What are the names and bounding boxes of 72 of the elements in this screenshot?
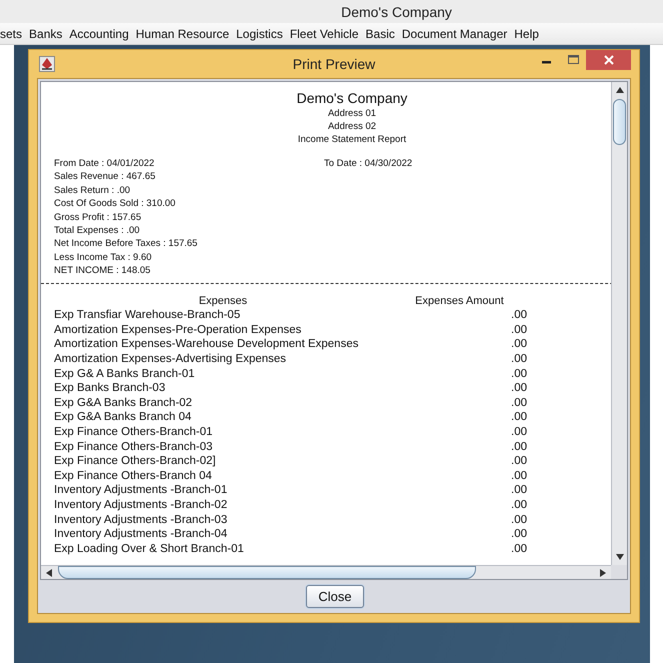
app-title: Demo's Company bbox=[341, 4, 452, 20]
address-line: Address 01 bbox=[328, 107, 376, 120]
expense-name: Exp Finance Others-Branch-03 bbox=[54, 440, 214, 454]
expense-name: Exp Finance Others-Branch 04 bbox=[54, 468, 213, 484]
expense-amount: .00 bbox=[510, 381, 527, 396]
expense-name: Inventory Adjustments -Branch-04 bbox=[54, 527, 228, 542]
expense-amount: .00 bbox=[510, 322, 527, 338]
menu-item[interactable]: Basic bbox=[366, 26, 395, 40]
expense-amount: .00 bbox=[510, 337, 527, 352]
from-date: From Date : 04/01/2022 bbox=[54, 157, 156, 170]
address-line: Address 02 bbox=[328, 120, 376, 133]
expense-name: Exp Finance Others-Branch-01 bbox=[54, 425, 214, 440]
vertical-scroll-thumb[interactable] bbox=[613, 99, 626, 145]
summary-line: Less Income Tax : 9.60 bbox=[54, 252, 152, 263]
expense-amount: .00 bbox=[510, 468, 527, 484]
expense-name: Exp G& A Banks Branch-01 bbox=[54, 366, 196, 382]
expense-name: Exp Loading Over & Short Branch-01 bbox=[54, 542, 245, 556]
expense-amount: .00 bbox=[510, 454, 527, 469]
summary-line: Sales Return : .00 bbox=[54, 184, 130, 196]
expense-name: Exp G&A Banks Branch-02 bbox=[54, 396, 194, 410]
expense-amount: .00 bbox=[510, 425, 527, 440]
expense-name: Exp Transfiar Warehouse-Branch-05 bbox=[54, 308, 242, 323]
horizontal-scroll-thumb[interactable] bbox=[58, 566, 476, 579]
expense-amount: .00 bbox=[510, 308, 527, 323]
expense-name: Inventory Adjustments -Branch-03 bbox=[54, 512, 228, 528]
scroll-up-arrow[interactable] bbox=[614, 85, 624, 95]
expense-amount: .00 bbox=[510, 527, 527, 542]
scroll-right-arrow[interactable] bbox=[598, 568, 608, 578]
expense-amount: .00 bbox=[510, 483, 527, 498]
menu-item[interactable]: Human Resource bbox=[136, 26, 230, 40]
scroll-down-arrow[interactable] bbox=[614, 552, 624, 562]
close-button[interactable]: Close bbox=[306, 585, 364, 608]
menu-item[interactable]: Document Manager bbox=[402, 26, 508, 40]
expense-name: Amortization Expenses-Warehouse Development Expenses bbox=[54, 337, 360, 352]
summary-line: Net Income Before Taxes : 157.65 bbox=[54, 238, 198, 250]
summary-line: NET INCOME : 148.05 bbox=[54, 265, 150, 276]
expense-amount: .00 bbox=[510, 498, 527, 513]
column-header: Expenses Amount bbox=[414, 294, 505, 308]
column-header: Expenses bbox=[198, 294, 248, 308]
expense-amount: .00 bbox=[510, 410, 527, 425]
expense-amount: .00 bbox=[510, 542, 527, 556]
summary-line: Total Expenses : .00 bbox=[54, 225, 140, 236]
menu-item[interactable]: sets bbox=[0, 26, 22, 40]
app-icon bbox=[39, 56, 55, 72]
scroll-left-arrow[interactable] bbox=[44, 568, 54, 578]
summary-line: Cost Of Goods Sold : 310.00 bbox=[54, 198, 176, 210]
to-date: To Date : 04/30/2022 bbox=[324, 157, 414, 170]
summary-line: Sales Revenue : 467.65 bbox=[54, 171, 156, 182]
menu-item[interactable]: Help bbox=[514, 26, 539, 40]
menu-item[interactable]: Fleet Vehicle bbox=[290, 26, 359, 40]
expense-name: Amortization Expenses-Pre-Operation Expenses bbox=[54, 322, 302, 338]
expense-name: Exp Finance Others-Branch-02] bbox=[54, 454, 217, 469]
summary-line: Gross Profit : 157.65 bbox=[54, 212, 142, 223]
expense-amount: .00 bbox=[510, 440, 527, 454]
menu-item[interactable]: Accounting bbox=[69, 26, 129, 40]
maximize-icon bbox=[568, 55, 578, 65]
expense-name: Inventory Adjustments -Branch-02 bbox=[54, 498, 228, 513]
expense-amount: .00 bbox=[510, 512, 527, 528]
menu-item[interactable]: Logistics bbox=[236, 26, 283, 40]
expense-name: Amortization Expenses-Advertising Expenses bbox=[54, 352, 288, 367]
close-window-button[interactable] bbox=[586, 50, 631, 70]
company-name: Demo's Company bbox=[296, 90, 408, 107]
expense-name: Exp Banks Branch-03 bbox=[54, 381, 166, 396]
report-title: Income Statement Report bbox=[298, 133, 406, 146]
expense-amount: .00 bbox=[510, 396, 527, 410]
expense-amount: .00 bbox=[510, 352, 527, 367]
expense-name: Exp G&A Banks Branch 04 bbox=[54, 410, 192, 425]
expense-amount: .00 bbox=[510, 366, 527, 382]
dialog-title: Print Preview bbox=[292, 56, 376, 72]
expense-name: Inventory Adjustments -Branch-01 bbox=[54, 483, 228, 498]
close-icon bbox=[604, 55, 614, 65]
menu-item[interactable]: Banks bbox=[29, 26, 62, 40]
